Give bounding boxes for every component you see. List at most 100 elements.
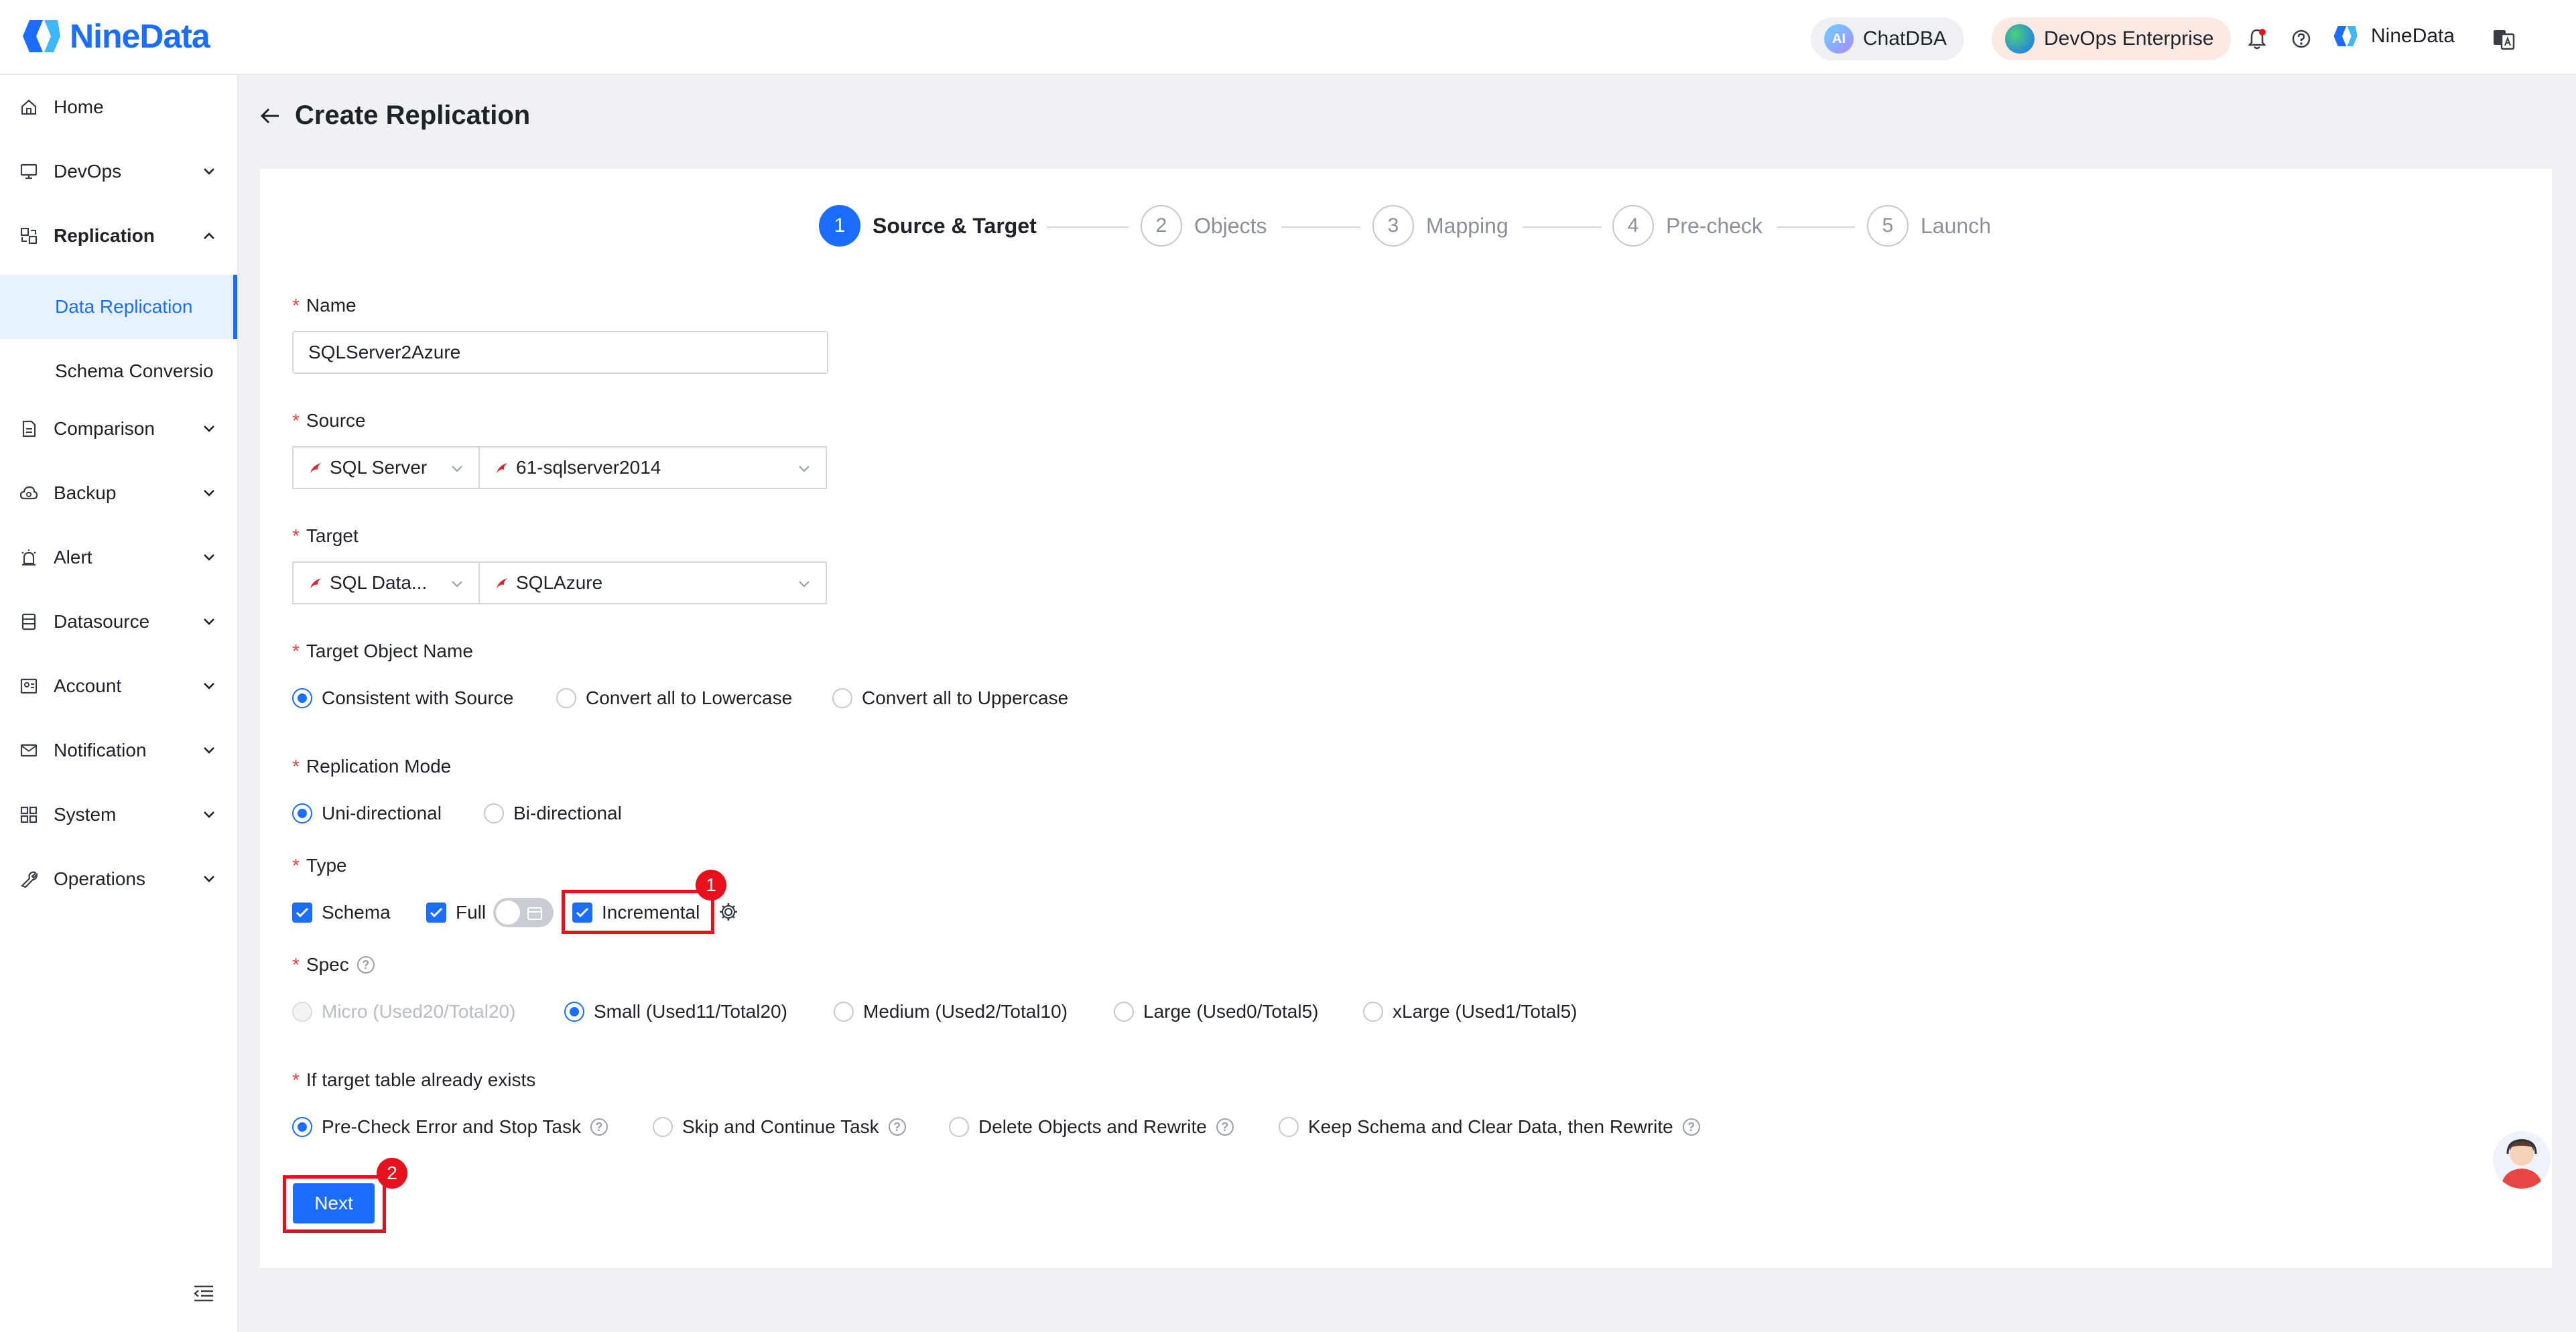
radio-spec-small[interactable]: Small (Used11/Total20) <box>564 1001 787 1022</box>
full-schedule-toggle[interactable] <box>493 898 554 927</box>
step-number: 5 <box>1867 205 1909 247</box>
sidebar-item-label: Operations <box>54 868 145 889</box>
radio-consistent-with-source[interactable]: Consistent with Source <box>292 687 513 709</box>
chevron-down-icon <box>204 554 214 561</box>
radio-button[interactable] <box>484 803 504 823</box>
checkbox-full[interactable]: Full <box>426 902 486 923</box>
name-input[interactable]: SQLServer2Azure <box>292 331 828 374</box>
sidebar-item-comparison[interactable]: Comparison <box>0 397 237 461</box>
question-icon[interactable]: ? <box>1682 1118 1700 1136</box>
radio-delete-rewrite[interactable]: Delete Objects and Rewrite? <box>949 1116 1234 1138</box>
check-icon <box>296 907 309 918</box>
step-label: Pre-check <box>1666 213 1763 238</box>
sidebar-item-label: Replication <box>54 225 155 246</box>
sidebar-subitem-label: Schema Conversio <box>55 360 214 381</box>
target-instance-select[interactable]: SQLAzure <box>478 561 827 604</box>
alarm-icon <box>19 547 39 568</box>
user-name: NineData <box>2371 25 2455 47</box>
step-number: 2 <box>1141 205 1182 247</box>
sidebar-item-home[interactable]: Home <box>0 75 237 139</box>
radio-button[interactable] <box>292 803 312 823</box>
support-avatar[interactable] <box>2493 1131 2551 1189</box>
radio-uni-directional[interactable]: Uni-directional <box>292 803 442 824</box>
chevron-down-icon <box>204 168 214 175</box>
question-icon[interactable]: ? <box>357 956 375 974</box>
radio-bi-directional[interactable]: Bi-directional <box>484 803 622 824</box>
incremental-settings-gear-icon[interactable] <box>718 902 738 922</box>
ninedata-logo[interactable]: NineData <box>20 15 210 58</box>
radio-button[interactable] <box>653 1117 673 1137</box>
calendar-icon <box>527 907 542 920</box>
sidebar-item-devops[interactable]: DevOps <box>0 139 237 204</box>
step-objects: 2 Objects <box>1141 205 1267 247</box>
radio-convert-lowercase[interactable]: Convert all to Lowercase <box>556 687 792 709</box>
radio-button[interactable] <box>1279 1117 1299 1137</box>
sidebar-item-datasource[interactable]: Datasource <box>0 590 237 654</box>
radio-skip-continue[interactable]: Skip and Continue Task? <box>653 1116 906 1138</box>
chevron-up-icon <box>204 232 214 239</box>
question-icon[interactable]: ? <box>888 1118 906 1136</box>
chatdba-button[interactable]: AI ChatDBA <box>1811 17 1965 60</box>
help-icon[interactable] <box>2288 25 2315 52</box>
sqlserver-icon <box>310 463 321 473</box>
radio-precheck-error-stop[interactable]: Pre-Check Error and Stop Task? <box>292 1116 608 1138</box>
language-icon[interactable] <box>2490 25 2517 52</box>
radio-button <box>292 1002 312 1022</box>
sidebar-item-operations[interactable]: Operations <box>0 847 237 911</box>
sidebar-subitem-data-replication[interactable]: Data Replication <box>0 275 237 339</box>
source-instance-select[interactable]: 61-sqlserver2014 <box>478 446 827 489</box>
sqlserver-icon <box>497 463 507 473</box>
sidebar-item-system[interactable]: System <box>0 783 237 847</box>
radio-button[interactable] <box>1363 1002 1383 1022</box>
radio-spec-large[interactable]: Large (Used0/Total5) <box>1114 1001 1318 1022</box>
sidebar-subitem-schema-conversion[interactable]: Schema Conversio <box>0 339 237 403</box>
target-exists-label: * If target table already exists <box>292 1069 536 1090</box>
sidebar-item-account[interactable]: Account <box>0 654 237 718</box>
radio-button[interactable] <box>949 1117 969 1137</box>
sidebar-item-replication[interactable]: Replication <box>0 204 237 268</box>
ai-chat-icon: AI <box>1824 24 1854 54</box>
question-icon[interactable]: ? <box>1216 1118 1234 1136</box>
radio-convert-uppercase[interactable]: Convert all to Uppercase <box>832 687 1068 709</box>
step-launch: 5 Launch <box>1867 205 1991 247</box>
radio-button[interactable] <box>292 1117 312 1137</box>
chevron-down-icon <box>204 683 214 689</box>
radio-spec-xlarge[interactable]: xLarge (Used1/Total5) <box>1363 1001 1577 1022</box>
chevron-down-icon <box>204 490 214 496</box>
sidebar-item-label: Datasource <box>54 611 150 632</box>
devops-enterprise-button[interactable]: DevOps Enterprise <box>1992 17 2232 60</box>
radio-spec-micro: Micro (Used20/Total20) <box>292 1001 515 1022</box>
sidebar-item-alert[interactable]: Alert <box>0 525 237 590</box>
sidebar-item-backup[interactable]: Backup <box>0 461 237 525</box>
checkbox-schema[interactable]: Schema <box>292 902 391 923</box>
collapse-sidebar-icon[interactable] <box>193 1284 214 1309</box>
radio-button[interactable] <box>556 688 576 708</box>
radio-button[interactable] <box>292 688 312 708</box>
question-icon[interactable]: ? <box>590 1118 608 1136</box>
sidebar-item-notification[interactable]: Notification <box>0 718 237 783</box>
name-label: * Name <box>292 295 357 316</box>
mail-icon <box>19 740 39 760</box>
step-label: Mapping <box>1426 213 1508 238</box>
checkbox[interactable] <box>426 903 446 923</box>
step-number: 1 <box>819 205 860 247</box>
check-icon <box>430 907 443 918</box>
radio-button[interactable] <box>834 1002 854 1022</box>
target-type-select[interactable]: SQL Data... <box>292 561 480 604</box>
user-menu[interactable]: NineData <box>2332 23 2455 50</box>
source-type-select[interactable]: SQL Server <box>292 446 480 489</box>
radio-button[interactable] <box>564 1002 584 1022</box>
bell-icon[interactable] <box>2244 25 2270 52</box>
checkbox[interactable] <box>292 903 312 923</box>
back-arrow-icon[interactable] <box>259 105 281 127</box>
document-icon <box>19 419 39 439</box>
top-header: NineData AI ChatDBA DevOps Enterprise Ni… <box>0 0 2576 75</box>
radio-button[interactable] <box>832 688 852 708</box>
radio-button[interactable] <box>1114 1002 1134 1022</box>
sidebar-item-label: Comparison <box>54 418 155 439</box>
radio-spec-medium[interactable]: Medium (Used2/Total10) <box>834 1001 1068 1022</box>
radio-keep-schema-clear[interactable]: Keep Schema and Clear Data, then Rewrite… <box>1279 1116 1700 1138</box>
step-label: Objects <box>1194 213 1267 238</box>
ninedata-user-icon <box>2333 26 2358 46</box>
annotation-badge-1: 1 <box>696 870 726 901</box>
